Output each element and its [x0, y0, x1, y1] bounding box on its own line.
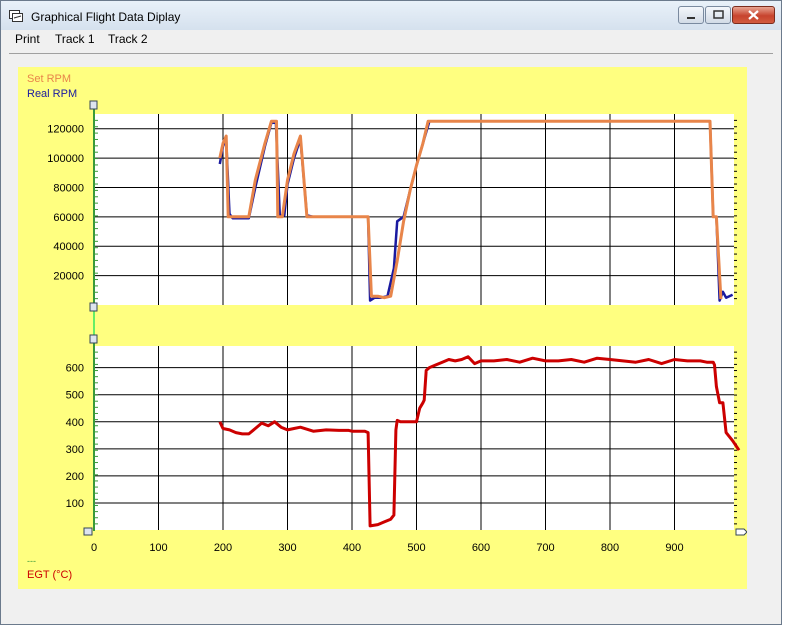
minimize-button[interactable] [678, 6, 704, 24]
egt-y-tick-label: 100 [66, 498, 84, 510]
x-axis-right-handle[interactable] [735, 528, 747, 536]
rpm-y-tick-label: 100000 [47, 153, 84, 165]
x-tick-label: 900 [665, 542, 683, 554]
window-controls [677, 6, 775, 25]
menu-track-1[interactable]: Track 1 [55, 32, 95, 46]
maximize-button[interactable] [705, 6, 731, 24]
title-bar[interactable]: Graphical Flight Data Diplay [1, 1, 781, 30]
x-axis-left-handle[interactable] [83, 527, 93, 536]
minimize-icon [687, 17, 695, 19]
legend-set-rpm: Set RPM [27, 73, 71, 85]
rpm-y-tick-label: 40000 [53, 241, 84, 253]
x-tick-label: 800 [601, 542, 619, 554]
rpm-axis-bottom-handle[interactable] [89, 302, 98, 312]
rpm-y-tick-label: 120000 [47, 124, 84, 136]
legend-real-rpm: Real RPM [27, 88, 77, 100]
x-tick-label: 200 [214, 542, 232, 554]
egt-y-tick-label: 300 [66, 444, 84, 456]
close-icon [748, 10, 759, 20]
x-tick-label: 400 [343, 542, 361, 554]
menu-bar: Print Track 1 Track 2 [1, 30, 781, 48]
egt-y-tick-labels: 100 200 300 400 500 600 [66, 363, 84, 510]
rpm-y-tick-label: 20000 [53, 271, 84, 283]
egt-axis-top-handle[interactable] [89, 334, 98, 344]
chart-canvas: Set RPM Real RPM --- EGT (°C) 2000040000… [27, 73, 747, 581]
egt-y-tick-label: 400 [66, 417, 84, 429]
window-title: Graphical Flight Data Diplay [31, 10, 181, 24]
x-tick-label: 700 [536, 542, 554, 554]
x-tick-label: 300 [278, 542, 296, 554]
rpm-y-tick-labels: 20000 40000 60000 80000 100000 120000 [47, 124, 84, 283]
x-tick-label: 100 [149, 542, 167, 554]
chart-panel: Set RPM Real RPM --- EGT (°C) 20000 40000… [18, 67, 747, 589]
x-tick-label: 0 [91, 542, 97, 554]
legend-egt: EGT (°C) [27, 569, 72, 581]
rpm-y-tick-label: 80000 [53, 182, 84, 194]
x-tick-labels: 0 100 200 300 400 500 600 700 800 900 [91, 542, 684, 554]
app-icon [9, 10, 23, 22]
maximize-icon [713, 10, 724, 19]
x-tick-label: 500 [407, 542, 425, 554]
close-button[interactable] [732, 6, 775, 24]
x-tick-label: 600 [472, 542, 490, 554]
rpm-axis-top-handle[interactable] [89, 100, 98, 110]
rpm-plot-background [93, 114, 734, 305]
menu-track-2[interactable]: Track 2 [108, 32, 148, 46]
rpm-y-tick-label: 60000 [53, 212, 84, 224]
egt-y-tick-label: 500 [66, 390, 84, 402]
egt-y-tick-label: 200 [66, 471, 84, 483]
legend-dashes: --- [27, 556, 36, 566]
egt-y-tick-label: 600 [66, 363, 84, 375]
egt-plot-background [93, 346, 734, 530]
menu-print[interactable]: Print [15, 32, 40, 46]
